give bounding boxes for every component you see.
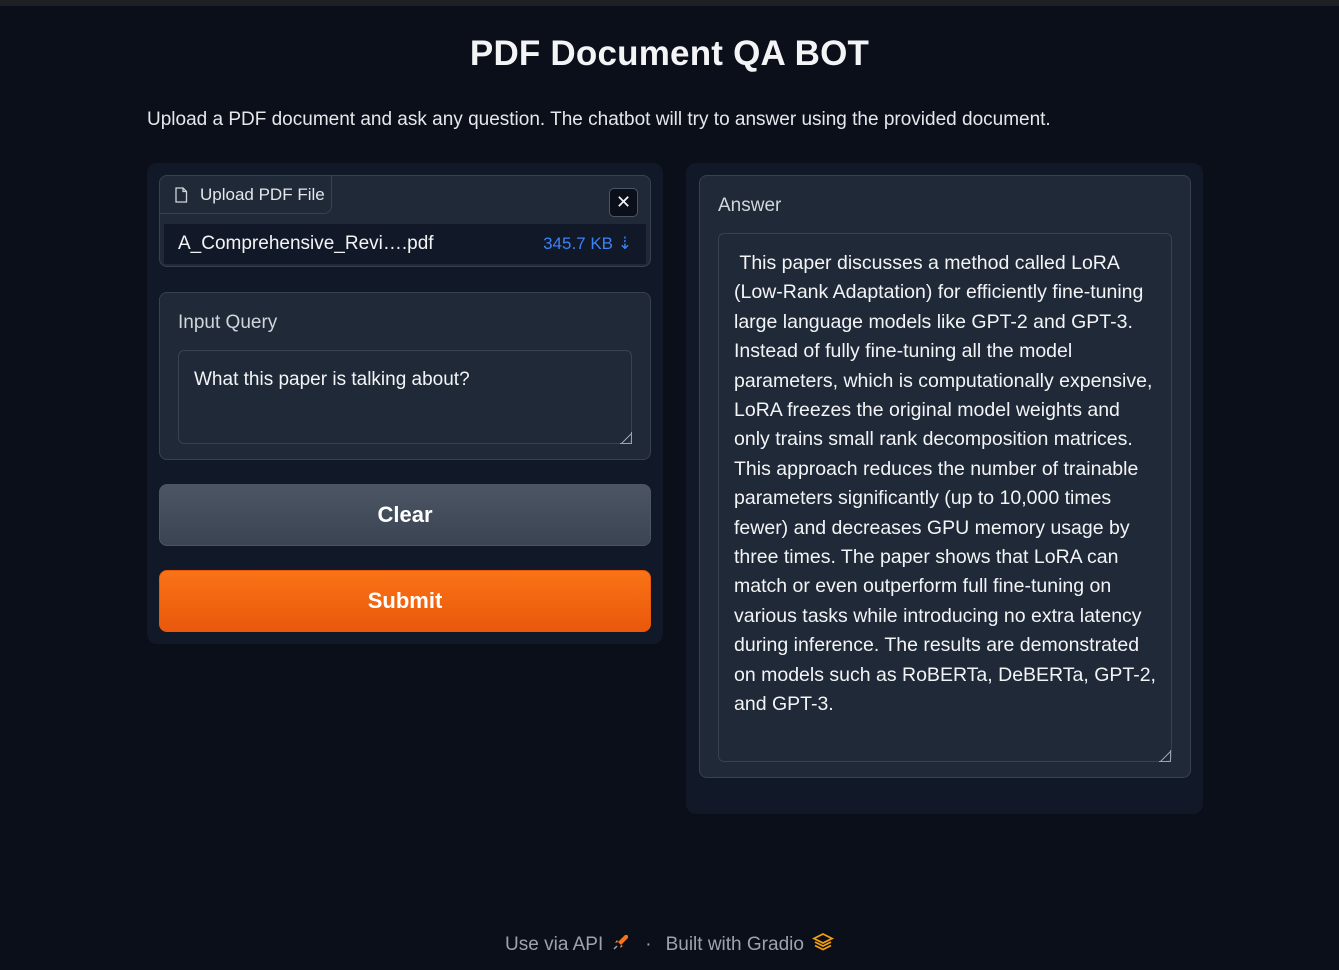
query-input[interactable]: What this paper is talking about? [178, 350, 632, 444]
use-via-api-label: Use via API [505, 934, 604, 955]
built-with-gradio-link[interactable]: Built with Gradio [666, 932, 834, 958]
resize-grip-icon[interactable] [620, 432, 632, 444]
file-download-link[interactable]: 345.7 KB ⇣ [543, 234, 632, 254]
file-upload-label-text: Upload PDF File [200, 184, 325, 204]
query-block: Input Query What this paper is talking a… [159, 292, 651, 460]
answer-label: Answer [718, 195, 782, 216]
submit-button[interactable]: Submit [159, 570, 651, 632]
file-upload[interactable]: Upload PDF File ✕ A_Comprehensive_Revi….… [159, 175, 651, 267]
gradio-logo-icon [811, 932, 834, 958]
top-bar [0, 0, 1339, 6]
built-with-gradio-label: Built with Gradio [665, 934, 804, 955]
query-label: Input Query [178, 312, 278, 333]
resize-grip-icon[interactable] [1159, 750, 1171, 762]
page-title: PDF Document QA BOT [469, 34, 870, 73]
rocket-icon [611, 932, 631, 958]
footer: Use via API · Built with Gradio [0, 932, 1339, 958]
file-upload-label: Upload PDF File [160, 176, 332, 214]
answer-textbox[interactable]: This paper discusses a method called LoR… [718, 233, 1172, 762]
file-icon [174, 186, 188, 203]
close-icon[interactable]: ✕ [609, 188, 638, 217]
answer-block: Answer This paper discusses a method cal… [699, 175, 1191, 778]
footer-separator: · [645, 934, 652, 955]
use-via-api-link[interactable]: Use via API [505, 932, 631, 958]
uploaded-file-name: A_Comprehensive_Revi….pdf [178, 233, 434, 254]
input-panel: Upload PDF File ✕ A_Comprehensive_Revi….… [147, 163, 663, 644]
page-description: Upload a PDF document and ask any questi… [147, 109, 1051, 130]
clear-button[interactable]: Clear [159, 484, 651, 546]
uploaded-file-row: A_Comprehensive_Revi….pdf 345.7 KB ⇣ [164, 224, 646, 264]
output-panel: Answer This paper discusses a method cal… [686, 163, 1203, 814]
